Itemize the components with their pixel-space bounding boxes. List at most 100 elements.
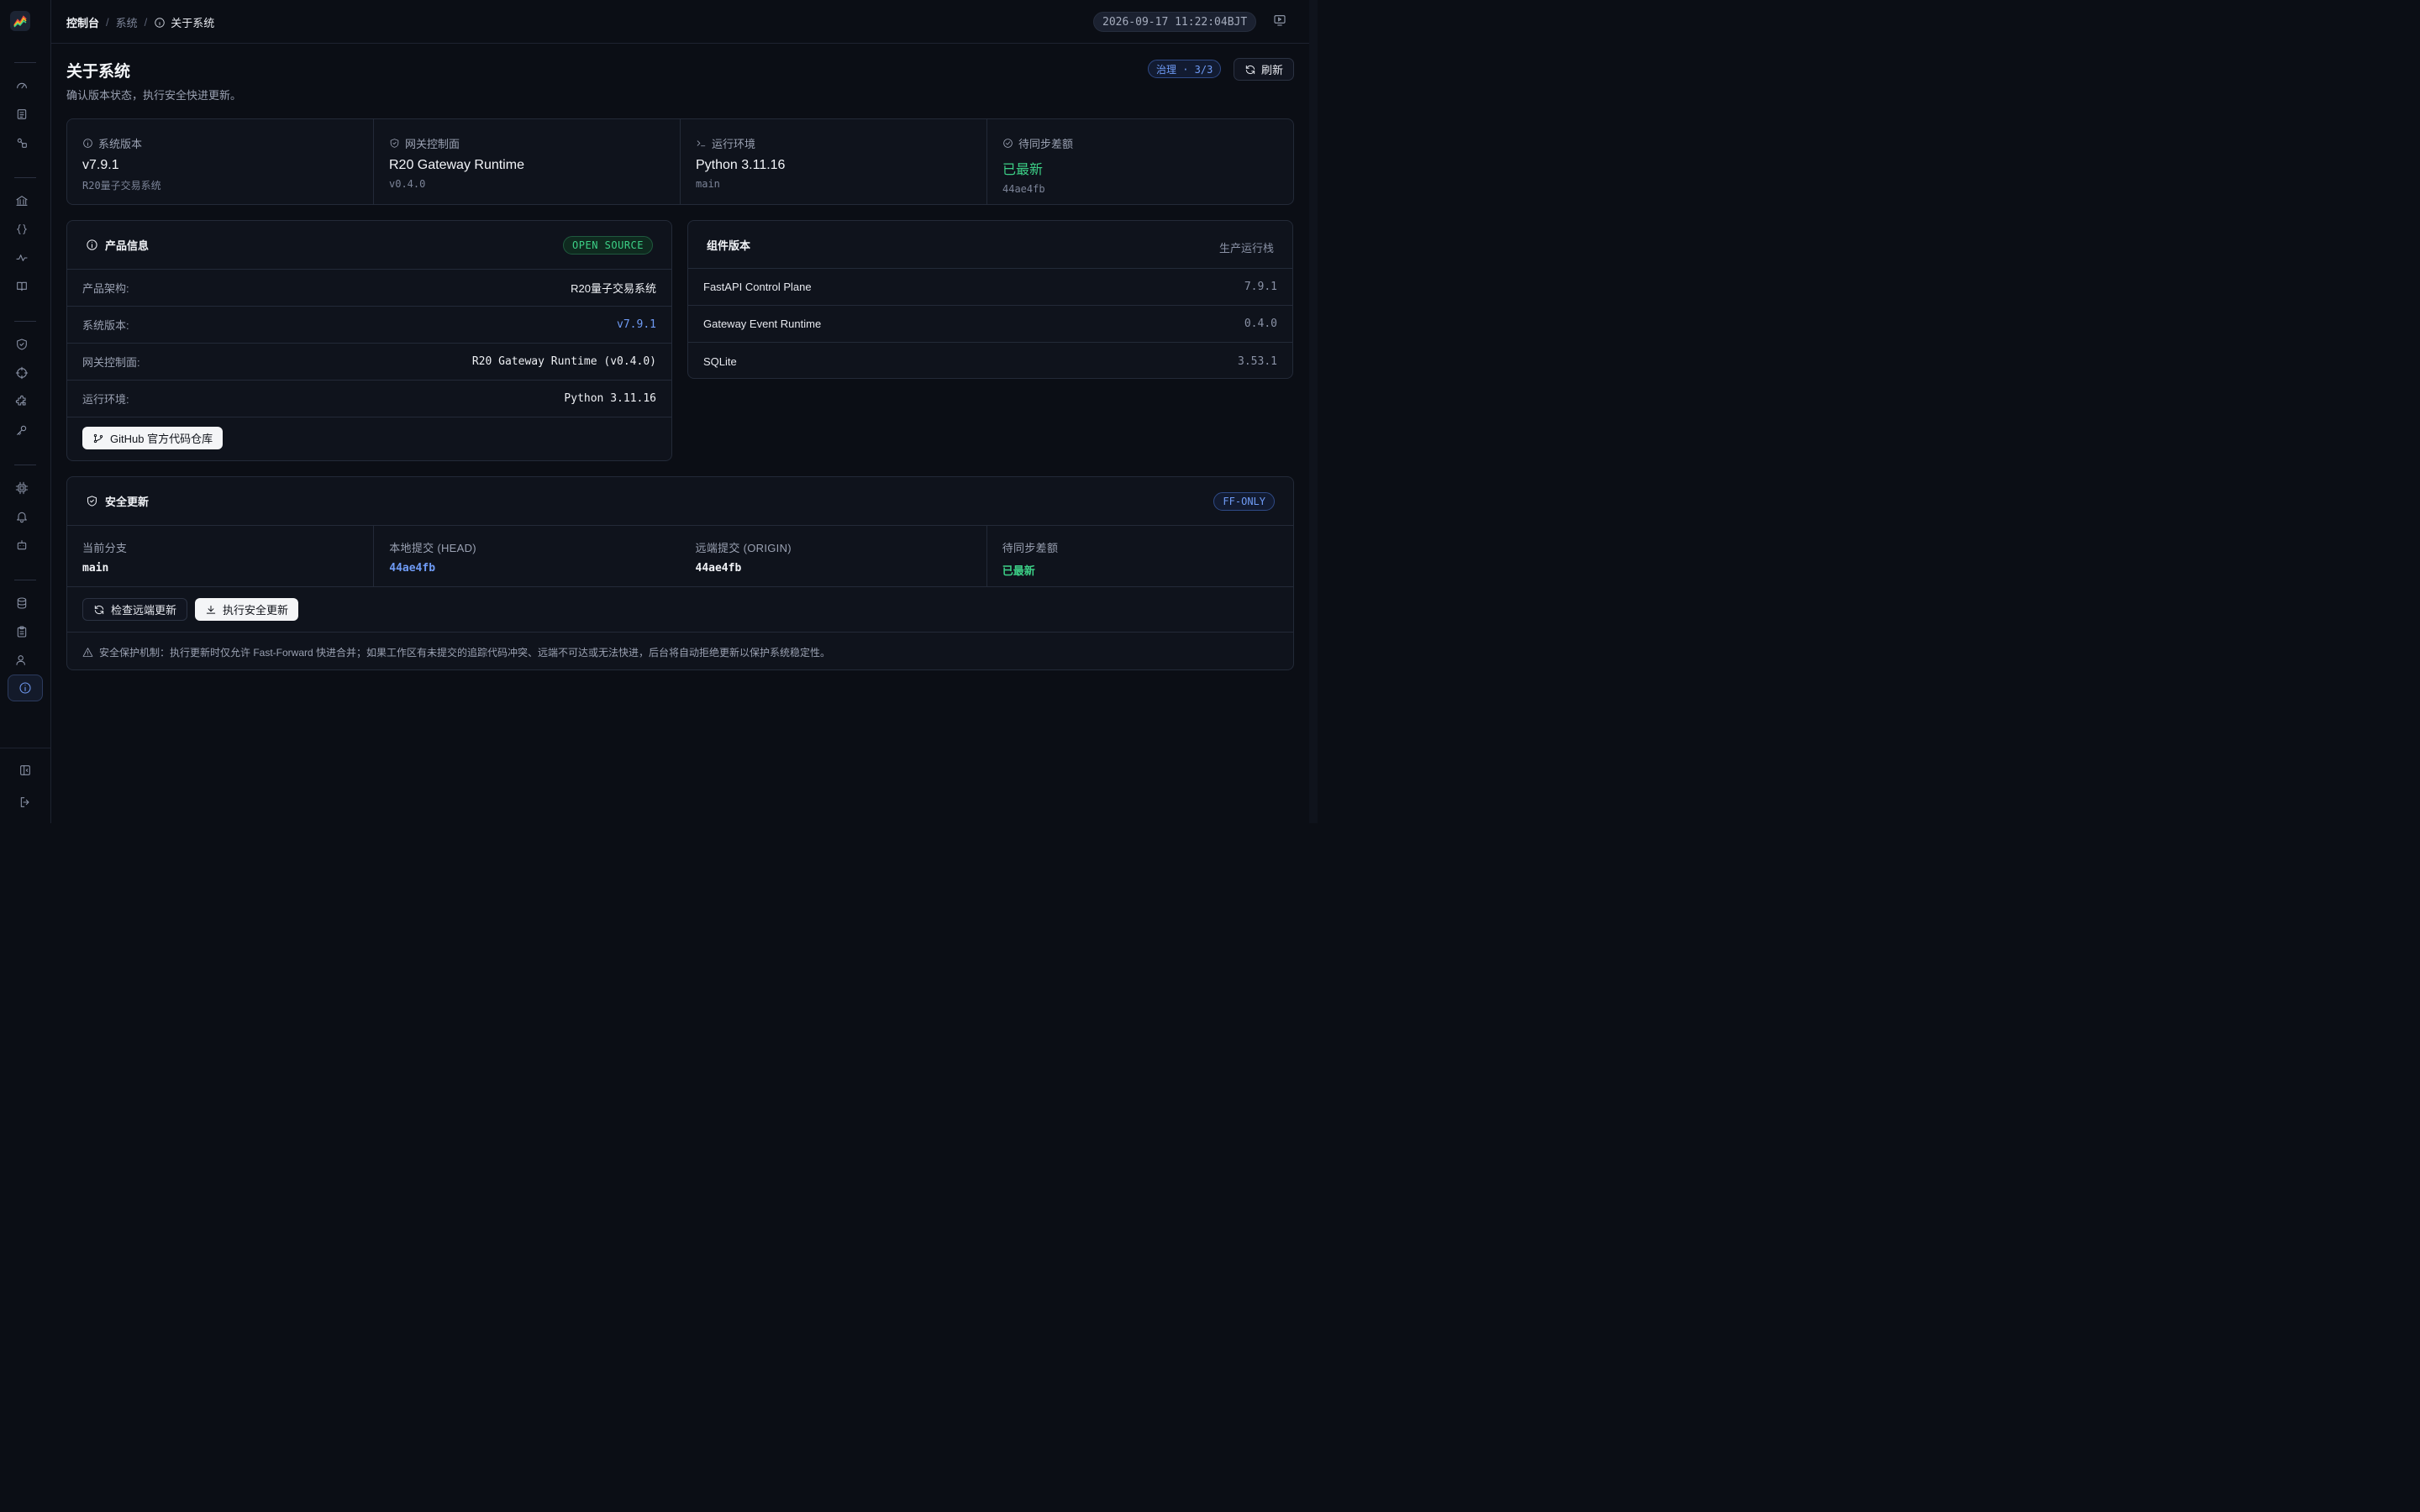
kv-value: v7.9.1 bbox=[617, 318, 656, 331]
sidebar-item-alerts[interactable] bbox=[10, 505, 34, 528]
monitor-button[interactable] bbox=[1273, 13, 1288, 29]
component-name: Gateway Event Runtime bbox=[703, 318, 822, 330]
scroll-icon bbox=[17, 109, 27, 119]
sidebar-item-bank[interactable] bbox=[10, 189, 34, 213]
puzzle-icon bbox=[15, 395, 26, 406]
app-logo[interactable] bbox=[10, 11, 30, 31]
bank-icon bbox=[16, 196, 28, 206]
remote-origin-cell: 远端提交 (ORIGIN) 44ae4fb bbox=[681, 526, 987, 586]
kv-row-version: 系统版本: v7.9.1 bbox=[67, 307, 671, 344]
breadcrumb-section[interactable]: 系统 bbox=[116, 14, 138, 30]
refresh-button[interactable]: 刷新 bbox=[1234, 58, 1294, 81]
clock-badge: 2026-09-17 11:22:04BJT bbox=[1093, 12, 1257, 32]
check-remote-button[interactable]: 检查远端更新 bbox=[82, 598, 188, 621]
database-icon bbox=[17, 597, 27, 609]
component-version: 0.4.0 bbox=[1244, 318, 1277, 330]
git-status-grid: 当前分支 main 本地提交 (HEAD) 44ae4fb 远端提交 (ORIG… bbox=[67, 526, 1293, 587]
github-repo-button[interactable]: GitHub 官方代码仓库 bbox=[82, 427, 224, 449]
kv-row-architecture: 产品架构: R20量子交易系统 bbox=[67, 270, 671, 307]
sidebar-item-database[interactable] bbox=[10, 591, 34, 615]
braces-icon bbox=[17, 224, 27, 234]
component-name: FastAPI Control Plane bbox=[703, 281, 812, 293]
cell-value: 44ae4fb bbox=[695, 562, 742, 575]
sidebar-item-logs[interactable] bbox=[10, 102, 34, 126]
stat-system-version: 系统版本 v7.9.1 R20量子交易系统 bbox=[67, 119, 374, 204]
logout-button[interactable] bbox=[13, 790, 37, 814]
sidebar-item-cpu[interactable] bbox=[10, 476, 34, 500]
kv-value: Python 3.11.16 bbox=[564, 392, 656, 405]
terminal-icon bbox=[697, 140, 706, 147]
bell-icon bbox=[17, 512, 27, 523]
sidebar-item-docs[interactable] bbox=[10, 275, 34, 298]
stat-label: 系统版本 bbox=[98, 138, 143, 150]
sidebar-item-users[interactable] bbox=[10, 648, 34, 672]
components-panel: 组件版本 生产运行栈 FastAPI Control Plane 7.9.1 G… bbox=[687, 220, 1293, 379]
kv-key: 运行环境: bbox=[82, 393, 129, 406]
cell-label: 待同步差额 bbox=[1002, 542, 1059, 554]
github-repo-label: GitHub 官方代码仓库 bbox=[110, 433, 213, 445]
shield-icon bbox=[390, 139, 399, 148]
panel-header: 产品信息 OPEN SOURCE bbox=[67, 221, 671, 270]
cell-value: 44ae4fb bbox=[389, 562, 436, 575]
sidebar-item-dashboard[interactable] bbox=[10, 74, 34, 97]
panel-left-icon bbox=[20, 765, 30, 775]
panel-title: 产品信息 bbox=[105, 239, 150, 252]
kv-row-runtime: 运行环境: Python 3.11.16 bbox=[67, 381, 671, 417]
panel-title: 组件版本 bbox=[707, 239, 751, 252]
stat-label: 运行环境 bbox=[712, 138, 756, 150]
shield-check-icon bbox=[87, 496, 97, 507]
kv-value: R20 Gateway Runtime (v0.4.0) bbox=[471, 355, 656, 368]
sidebar-item-flows[interactable] bbox=[10, 131, 34, 155]
sidebar-item-about[interactable] bbox=[8, 675, 43, 701]
cpu-icon bbox=[15, 481, 29, 495]
warning-icon bbox=[82, 647, 93, 657]
safety-warning-text: 安全保护机制：执行更新时仅允许 Fast-Forward 快进合并；如果工作区有… bbox=[99, 646, 831, 659]
monitor-play-icon bbox=[1274, 15, 1286, 26]
cell-label: 当前分支 bbox=[82, 542, 128, 554]
sidebar-item-security[interactable] bbox=[10, 333, 34, 356]
sidebar-item-code[interactable] bbox=[10, 218, 34, 241]
sidebar-item-tasks[interactable] bbox=[10, 620, 34, 643]
breadcrumb-root[interactable]: 控制台 bbox=[66, 14, 99, 30]
kv-key: 系统版本: bbox=[82, 319, 129, 332]
info-icon bbox=[155, 17, 165, 28]
sidebar-item-bots[interactable] bbox=[10, 533, 34, 557]
kv-row-gateway: 网关控制面: R20 Gateway Runtime (v0.4.0) bbox=[67, 344, 671, 381]
governance-badge: 治理 · 3/3 bbox=[1148, 60, 1222, 78]
sidebar-item-plugins[interactable] bbox=[10, 390, 34, 413]
stat-value: v7.9.1 bbox=[82, 158, 119, 172]
stat-label: 待同步差额 bbox=[1018, 138, 1074, 150]
component-name: SQLite bbox=[703, 354, 737, 368]
collapse-sidebar-button[interactable] bbox=[13, 759, 37, 782]
stats-row: 系统版本 v7.9.1 R20量子交易系统 网关控制面 R20 Gateway … bbox=[66, 118, 1294, 205]
breadcrumb: 控制台 / 系统 / 关于系统 bbox=[66, 14, 214, 30]
sidebar-item-targets[interactable] bbox=[10, 361, 34, 385]
component-row: SQLite 3.53.1 bbox=[688, 343, 1292, 380]
stat-value: 已最新 bbox=[1002, 163, 1044, 177]
info-icon bbox=[87, 239, 97, 250]
stack-label: 生产运行栈 bbox=[1218, 242, 1274, 255]
kv-key: 产品架构: bbox=[82, 282, 129, 295]
safety-warning: 安全保护机制：执行更新时仅允许 Fast-Forward 快进合并；如果工作区有… bbox=[67, 633, 1293, 671]
refresh-icon bbox=[1245, 65, 1255, 74]
refresh-label: 刷新 bbox=[1260, 64, 1283, 76]
cell-label: 远端提交 (ORIGIN) bbox=[695, 542, 792, 554]
security-update-panel: 安全更新 FF-ONLY 当前分支 main 本地提交 (HEAD) 44ae4… bbox=[66, 476, 1294, 670]
activity-icon bbox=[16, 255, 28, 261]
scrollbar-track[interactable] bbox=[1309, 0, 1318, 823]
sidebar-divider bbox=[14, 177, 36, 178]
open-source-badge: OPEN SOURCE bbox=[563, 236, 653, 255]
sidebar-item-keys[interactable] bbox=[10, 418, 34, 442]
sidebar-item-signals[interactable] bbox=[10, 246, 34, 270]
page-title: 关于系统 bbox=[66, 63, 131, 81]
book-icon bbox=[17, 281, 27, 291]
stat-label: 网关控制面 bbox=[405, 138, 460, 150]
logo-chart-icon bbox=[13, 15, 27, 28]
shield-check-icon bbox=[17, 339, 27, 350]
git-branch-icon bbox=[93, 433, 103, 443]
kv-key: 网关控制面: bbox=[82, 356, 140, 369]
refresh-icon bbox=[94, 605, 104, 614]
check-circle-icon bbox=[1003, 139, 1013, 148]
breadcrumb-current: 关于系统 bbox=[154, 14, 214, 30]
execute-update-button[interactable]: 执行安全更新 bbox=[195, 598, 299, 621]
